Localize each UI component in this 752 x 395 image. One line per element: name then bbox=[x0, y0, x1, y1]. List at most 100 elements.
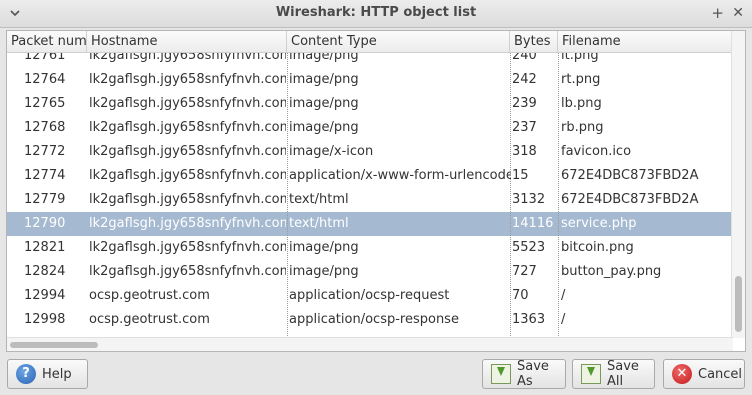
window-title: Wireshark: HTTP object list bbox=[275, 5, 477, 20]
cell-filename: lt.png bbox=[561, 53, 599, 63]
help-button-label: Help bbox=[42, 366, 72, 382]
cell-content-type: text/html bbox=[289, 216, 349, 231]
cell-filename: 672E4DBC873FBD2A bbox=[561, 168, 699, 183]
cell-bytes: 3132 bbox=[512, 192, 546, 207]
table-row[interactable]: 12824 lk2gaflsgh.jgy658snfyfnvh.com image/… bbox=[7, 260, 733, 284]
cell-hostname: lk2gaflsgh.jgy658snfyfnvh.com bbox=[89, 72, 286, 87]
cell-hostname: lk2gaflsgh.jgy658snfyfnvh.com bbox=[89, 264, 286, 279]
cell-packet-num: 12821 bbox=[24, 240, 66, 255]
cell-hostname: lk2gaflsgh.jgy658snfyfnvh.com bbox=[89, 168, 286, 183]
table-row[interactable]: 12779 lk2gaflsgh.jgy658snfyfnvh.com text/h… bbox=[7, 188, 733, 212]
cell-packet-num: 12779 bbox=[24, 192, 66, 207]
cell-filename: service.php bbox=[561, 216, 637, 231]
cell-filename: / bbox=[561, 288, 566, 303]
column-divider bbox=[510, 53, 511, 336]
cell-filename: bitcoin.png bbox=[561, 240, 634, 255]
column-header-content-type[interactable]: Content Type bbox=[287, 31, 510, 53]
table-row[interactable]: 12998 ocsp.geotrust.com application/ocsp-r… bbox=[7, 308, 733, 332]
maximize-icon[interactable]: + bbox=[711, 4, 724, 22]
cell-packet-num: 12764 bbox=[24, 72, 66, 87]
table-header: Packet num Hostname Content Type Bytes F… bbox=[7, 31, 733, 53]
cancel-button[interactable]: ✕ Cancel bbox=[663, 359, 745, 389]
cell-content-type: image/png bbox=[289, 240, 359, 255]
help-icon: ? bbox=[16, 364, 36, 384]
column-header-hostname[interactable]: Hostname bbox=[87, 31, 287, 53]
help-button[interactable]: ? Help bbox=[7, 359, 88, 389]
save-as-button-label: Save As bbox=[517, 359, 549, 389]
cell-hostname: lk2gaflsgh.jgy658snfyfnvh.com bbox=[89, 216, 286, 231]
table-row[interactable]: 12768 lk2gaflsgh.jgy658snfyfnvh.com image/… bbox=[7, 116, 733, 140]
table-row-selected[interactable]: 12790 lk2gaflsgh.jgy658snfyfnvh.com text/h… bbox=[7, 212, 733, 236]
cell-bytes: 1363 bbox=[512, 312, 546, 327]
close-icon[interactable]: ✕ bbox=[732, 4, 744, 22]
title-bar: Wireshark: HTTP object list + ✕ bbox=[0, 0, 752, 28]
cell-content-type: application/ocsp-request bbox=[289, 288, 450, 303]
save-all-button[interactable]: Save All bbox=[572, 359, 655, 389]
cell-content-type: application/x-www-form-urlencoded bbox=[289, 168, 511, 183]
cell-filename: / bbox=[561, 312, 566, 327]
table-row[interactable]: 12765 lk2gaflsgh.jgy658snfyfnvh.com image/… bbox=[7, 92, 733, 116]
cell-content-type: image/png bbox=[289, 96, 359, 111]
cell-bytes: 5523 bbox=[512, 240, 546, 255]
cell-bytes: 70 bbox=[512, 288, 529, 303]
cell-filename: 672E4DBC873FBD2A bbox=[561, 192, 699, 207]
table-row[interactable]: 12821 lk2gaflsgh.jgy658snfyfnvh.com image/… bbox=[7, 236, 733, 260]
table-row[interactable]: 12764 lk2gaflsgh.jgy658snfyfnvh.com image/… bbox=[7, 68, 733, 92]
save-as-button[interactable]: Save As bbox=[482, 359, 566, 389]
cell-bytes: 727 bbox=[512, 264, 537, 279]
cell-filename: button_pay.png bbox=[561, 264, 662, 279]
column-header-filename[interactable]: Filename bbox=[558, 31, 733, 53]
save-as-icon bbox=[491, 364, 511, 384]
cell-hostname: ocsp.geotrust.com bbox=[89, 312, 210, 327]
cell-bytes: 237 bbox=[512, 120, 537, 135]
column-divider bbox=[287, 53, 288, 336]
save-all-icon bbox=[581, 364, 601, 384]
table-row[interactable]: 12994 ocsp.geotrust.com application/ocsp-r… bbox=[7, 284, 733, 308]
table-row[interactable]: 12774 lk2gaflsgh.jgy658snfyfnvh.com applic… bbox=[7, 164, 733, 188]
table-body: 12761 lk2gaflsgh.jgy658snfyfnvh.com image/… bbox=[7, 53, 733, 338]
cell-bytes: 15 bbox=[512, 168, 529, 183]
cell-content-type: image/png bbox=[289, 264, 359, 279]
vertical-scrollbar-thumb[interactable] bbox=[735, 276, 742, 332]
column-header-packet-num[interactable]: Packet num bbox=[7, 31, 87, 53]
cell-hostname: lk2gaflsgh.jgy658snfyfnvh.com bbox=[89, 120, 286, 135]
column-header-bytes[interactable]: Bytes bbox=[510, 31, 558, 53]
cell-packet-num: 12768 bbox=[24, 120, 66, 135]
cell-hostname: lk2gaflsgh.jgy658snfyfnvh.com bbox=[89, 144, 286, 159]
cell-packet-num: 12765 bbox=[24, 96, 66, 111]
cell-packet-num: 12998 bbox=[24, 312, 66, 327]
cell-filename: rb.png bbox=[561, 120, 604, 135]
cell-bytes: 239 bbox=[512, 96, 537, 111]
cell-packet-num: 12790 bbox=[24, 216, 66, 231]
cell-packet-num: 12761 bbox=[24, 53, 66, 63]
http-object-table[interactable]: Packet num Hostname Content Type Bytes F… bbox=[6, 30, 746, 352]
cell-hostname: lk2gaflsgh.jgy658snfyfnvh.com bbox=[89, 96, 286, 111]
table-row[interactable]: 12772 lk2gaflsgh.jgy658snfyfnvh.com image/… bbox=[7, 140, 733, 164]
cell-filename: favicon.ico bbox=[561, 144, 632, 159]
cell-packet-num: 12774 bbox=[24, 168, 66, 183]
cell-content-type: image/png bbox=[289, 53, 359, 63]
cell-hostname: lk2gaflsgh.jgy658snfyfnvh.com bbox=[89, 240, 286, 255]
cell-filename: lb.png bbox=[561, 96, 602, 111]
cancel-icon: ✕ bbox=[672, 364, 692, 384]
cell-filename: rt.png bbox=[561, 72, 601, 87]
cell-content-type: image/png bbox=[289, 120, 359, 135]
cell-bytes: 14116 bbox=[512, 216, 554, 231]
column-divider bbox=[558, 53, 559, 336]
vertical-scrollbar[interactable] bbox=[731, 31, 745, 338]
cell-content-type: image/png bbox=[289, 72, 359, 87]
horizontal-scrollbar-thumb[interactable] bbox=[10, 342, 98, 348]
cell-bytes: 318 bbox=[512, 144, 537, 159]
table-row[interactable]: 12761 lk2gaflsgh.jgy658snfyfnvh.com image/… bbox=[7, 53, 733, 68]
cell-content-type: text/html bbox=[289, 192, 349, 207]
cell-bytes: 242 bbox=[512, 72, 537, 87]
cancel-button-label: Cancel bbox=[698, 366, 743, 382]
cell-packet-num: 12994 bbox=[24, 288, 66, 303]
save-all-button-label: Save All bbox=[607, 359, 639, 389]
cell-hostname: lk2gaflsgh.jgy658snfyfnvh.com bbox=[89, 53, 286, 63]
horizontal-scrollbar[interactable] bbox=[7, 337, 733, 351]
cell-bytes: 240 bbox=[512, 53, 537, 63]
cell-content-type: image/x-icon bbox=[289, 144, 374, 159]
cell-hostname: lk2gaflsgh.jgy658snfyfnvh.com bbox=[89, 192, 286, 207]
cell-content-type: application/ocsp-response bbox=[289, 312, 459, 327]
